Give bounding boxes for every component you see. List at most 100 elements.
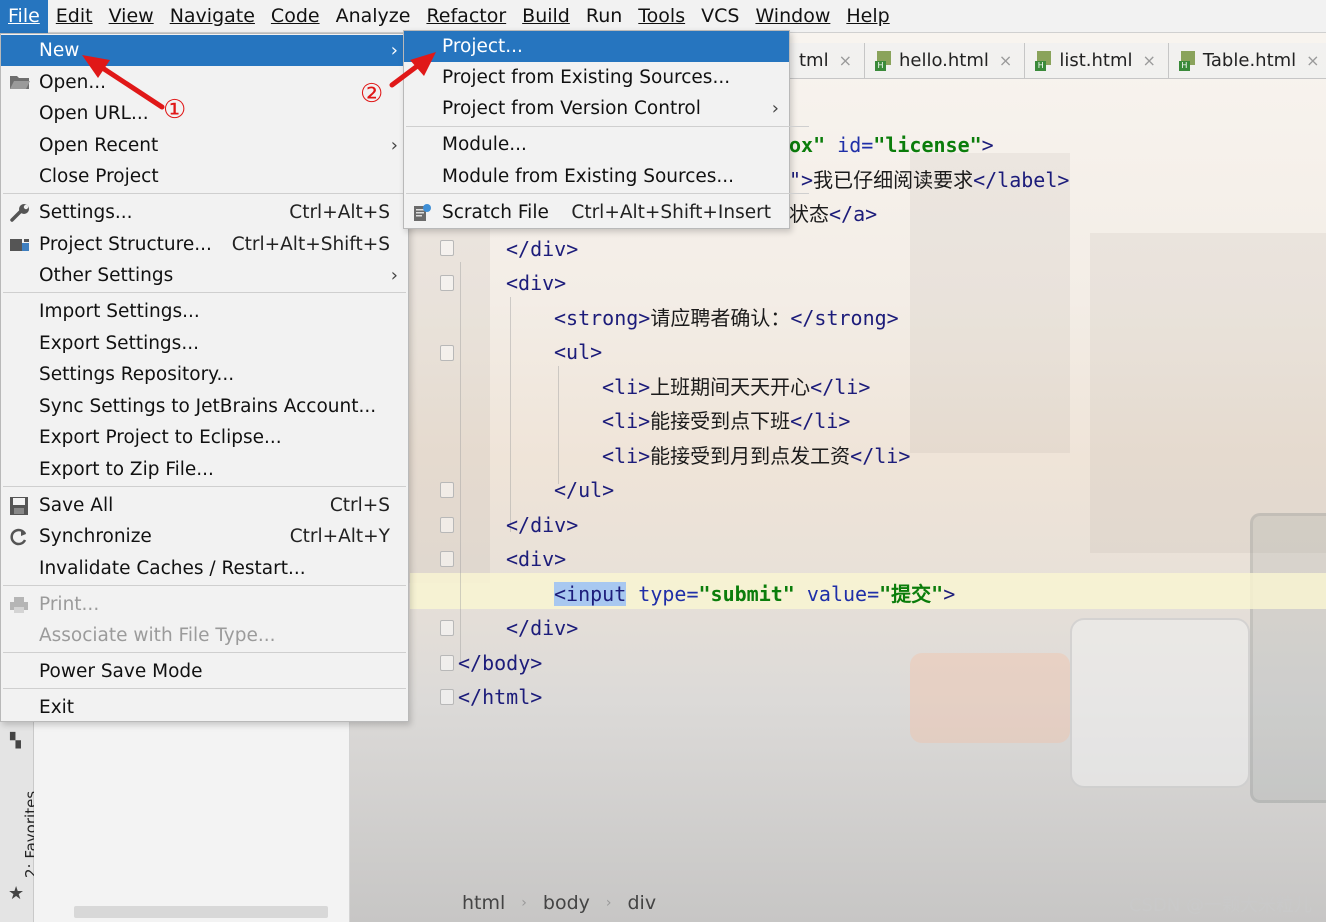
menu-item-import-settings[interactable]: Import Settings... bbox=[1, 296, 408, 327]
close-icon[interactable]: × bbox=[999, 51, 1012, 70]
code-line: </ul> bbox=[554, 478, 615, 502]
fold-marker[interactable] bbox=[440, 620, 454, 636]
watermark: CSDN @一颗大米粒儿 bbox=[1128, 895, 1312, 916]
annotation-marker-2: ② bbox=[360, 79, 384, 109]
menu-file[interactable]: File bbox=[0, 0, 48, 33]
fold-marker[interactable] bbox=[440, 655, 454, 671]
menu-vcs[interactable]: VCS bbox=[693, 0, 747, 33]
fold-marker[interactable] bbox=[440, 345, 454, 361]
tab-partial-html[interactable]: tml × bbox=[789, 43, 865, 79]
close-icon[interactable]: × bbox=[1306, 51, 1319, 70]
tab-label: hello.html bbox=[899, 50, 989, 71]
code-line: ox" id="license"> bbox=[789, 133, 994, 157]
chevron-right-icon: › bbox=[390, 265, 398, 286]
menu-item-close-project[interactable]: Close Project bbox=[1, 161, 408, 192]
chevron-right-icon: › bbox=[771, 98, 779, 119]
folder-open-icon bbox=[9, 73, 31, 93]
menu-item-new[interactable]: New › bbox=[1, 35, 408, 66]
menu-item-settings-repository[interactable]: Settings Repository... bbox=[1, 359, 408, 390]
fold-marker[interactable] bbox=[440, 689, 454, 705]
structure-icon[interactable]: ▚ bbox=[10, 733, 24, 749]
html-file-icon: H bbox=[1178, 50, 1197, 71]
menu-item-other-settings[interactable]: Other Settings › bbox=[1, 260, 408, 291]
menu-separator bbox=[3, 585, 406, 586]
submenu-item-project-existing-sources[interactable]: Project from Existing Sources... bbox=[404, 62, 789, 93]
tab-label: Table.html bbox=[1202, 50, 1297, 71]
close-icon[interactable]: × bbox=[1142, 51, 1155, 70]
tab-hello-html[interactable]: H hello.html × bbox=[865, 43, 1026, 79]
code-line: ">我已仔细阅读要求</label> bbox=[789, 168, 1070, 192]
fold-marker[interactable] bbox=[440, 551, 454, 567]
chevron-right-icon: › bbox=[390, 40, 398, 61]
tab-table-html[interactable]: H Table.html × bbox=[1168, 43, 1326, 79]
menu-item-open[interactable]: Open... bbox=[1, 67, 408, 98]
code-line: </div> bbox=[506, 616, 579, 640]
menu-refactor[interactable]: Refactor bbox=[418, 0, 514, 33]
chevron-right-icon: › bbox=[605, 895, 612, 911]
fold-marker[interactable] bbox=[440, 240, 454, 256]
menu-item-invalidate-caches[interactable]: Invalidate Caches / Restart... bbox=[1, 553, 408, 584]
menu-code[interactable]: Code bbox=[263, 0, 328, 33]
menu-item-export-settings[interactable]: Export Settings... bbox=[1, 328, 408, 359]
menu-bar: File Edit View Navigate Code Analyze Ref… bbox=[0, 0, 1326, 33]
code-line: <div> bbox=[506, 547, 567, 571]
submenu-item-module[interactable]: Module... bbox=[404, 129, 789, 160]
menu-analyze[interactable]: Analyze bbox=[328, 0, 419, 33]
breadcrumb-body[interactable]: body bbox=[543, 892, 590, 914]
menu-item-settings[interactable]: Settings... Ctrl+Alt+S bbox=[1, 197, 408, 228]
menu-item-save-all[interactable]: Save All Ctrl+S bbox=[1, 490, 408, 521]
code-line: </div> bbox=[506, 513, 579, 537]
code-line: <li>能接受到月到点发工资</li> bbox=[602, 444, 911, 468]
menu-navigate[interactable]: Navigate bbox=[162, 0, 263, 33]
menu-item-exit[interactable]: Exit bbox=[1, 692, 408, 723]
tab-label: tml bbox=[799, 50, 829, 71]
menu-item-open-url[interactable]: Open URL... bbox=[1, 98, 408, 129]
indent-guide bbox=[460, 262, 461, 662]
code-line: <li>能接受到点下班</li> bbox=[602, 409, 851, 433]
menu-separator bbox=[3, 688, 406, 689]
menu-item-sync-settings[interactable]: Sync Settings to JetBrains Account... bbox=[1, 391, 408, 422]
menu-tools[interactable]: Tools bbox=[630, 0, 693, 33]
horizontal-scrollbar[interactable] bbox=[74, 906, 328, 918]
menu-run[interactable]: Run bbox=[578, 0, 630, 33]
menu-window[interactable]: Window bbox=[747, 0, 838, 33]
breadcrumb-div[interactable]: div bbox=[628, 892, 657, 914]
refresh-icon bbox=[9, 527, 31, 547]
menu-item-synchronize[interactable]: Synchronize Ctrl+Alt+Y bbox=[1, 521, 408, 552]
menu-item-project-structure[interactable]: Project Structure... Ctrl+Alt+Shift+S bbox=[1, 229, 408, 260]
menu-item-open-recent[interactable]: Open Recent › bbox=[1, 130, 408, 161]
html-file-icon: H bbox=[1035, 50, 1053, 71]
fold-marker[interactable] bbox=[440, 517, 454, 533]
fold-marker[interactable] bbox=[440, 482, 454, 498]
menu-item-print: Print... bbox=[1, 589, 408, 620]
menu-edit[interactable]: Edit bbox=[48, 0, 101, 33]
wrench-icon bbox=[9, 203, 31, 223]
fold-marker[interactable] bbox=[440, 275, 454, 291]
tab-list-html[interactable]: H list.html × bbox=[1025, 43, 1169, 79]
submenu-item-project[interactable]: Project... bbox=[404, 31, 789, 62]
indent-guide bbox=[510, 297, 511, 532]
indent-guide bbox=[558, 366, 559, 484]
chevron-right-icon: › bbox=[390, 135, 398, 156]
star-icon: ★ bbox=[8, 883, 25, 904]
tab-label: list.html bbox=[1059, 50, 1133, 71]
menu-item-associate-file-type: Associate with File Type... bbox=[39, 625, 276, 646]
menu-item-power-save-mode[interactable]: Power Save Mode bbox=[1, 656, 408, 687]
code-line: </html> bbox=[458, 685, 543, 709]
code-line: </body> bbox=[458, 651, 543, 675]
submenu-item-scratch-file[interactable]: Scratch File Ctrl+Alt+Shift+Insert bbox=[404, 197, 789, 228]
code-line: <li>上班期间天天开心</li> bbox=[602, 375, 871, 399]
close-icon[interactable]: × bbox=[839, 51, 852, 70]
menu-view[interactable]: View bbox=[101, 0, 162, 33]
menu-separator bbox=[406, 193, 809, 194]
printer-icon bbox=[9, 595, 31, 615]
submenu-item-project-vcs[interactable]: Project from Version Control › bbox=[404, 93, 789, 124]
menu-separator bbox=[3, 193, 406, 194]
html-file-icon: H bbox=[875, 50, 893, 71]
menu-help[interactable]: Help bbox=[838, 0, 897, 33]
menu-item-export-eclipse[interactable]: Export Project to Eclipse... bbox=[1, 422, 408, 453]
menu-item-export-zip[interactable]: Export to Zip File... bbox=[1, 454, 408, 485]
submenu-item-module-existing-sources[interactable]: Module from Existing Sources... bbox=[404, 161, 789, 192]
breadcrumb-html[interactable]: html bbox=[462, 892, 505, 914]
menu-build[interactable]: Build bbox=[514, 0, 578, 33]
